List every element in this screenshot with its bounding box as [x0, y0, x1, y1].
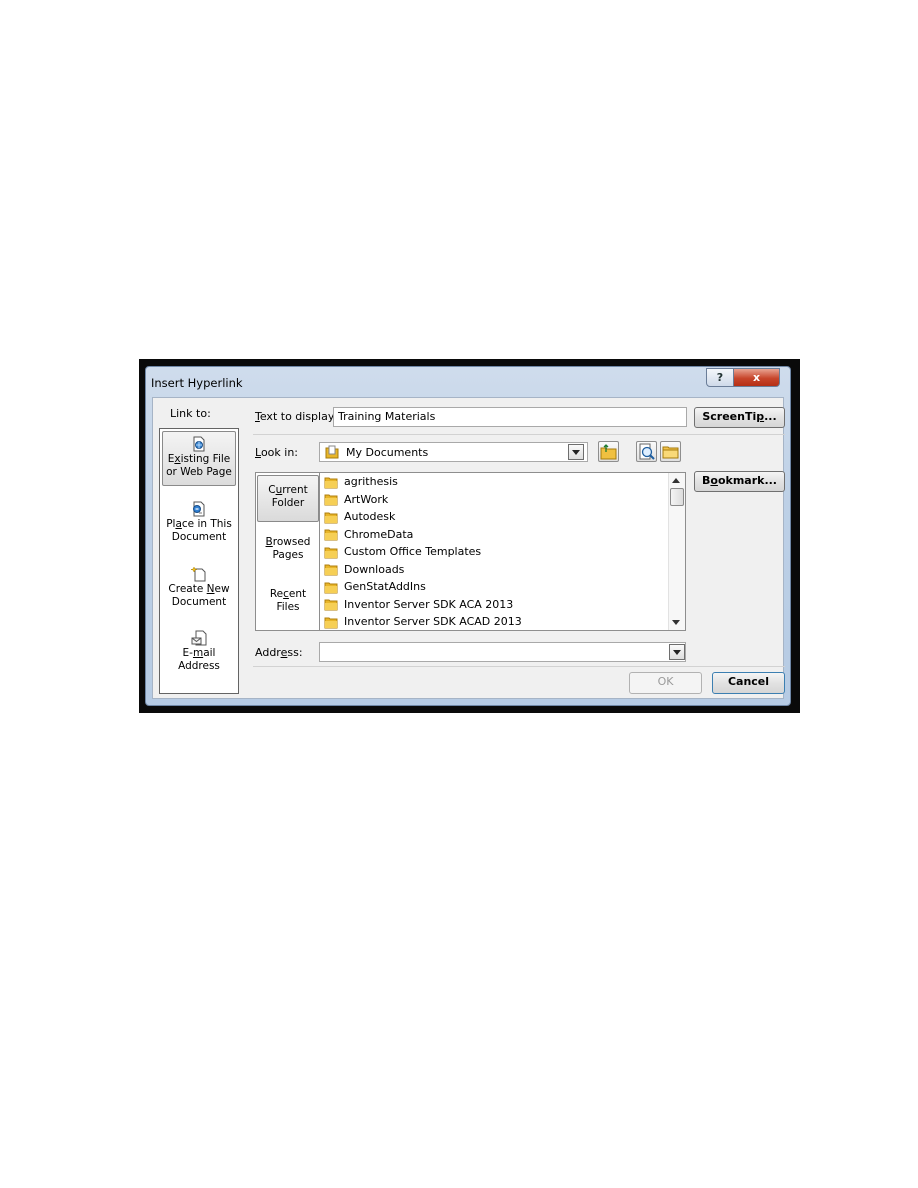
- bottom-separator: [253, 666, 785, 667]
- tab-recent-files-label-2: Files: [276, 601, 300, 613]
- link-email-address[interactable]: E-mail Address: [162, 630, 236, 673]
- file-list[interactable]: agrithesis ArtWork Autodesk ChromeData C…: [319, 472, 686, 631]
- scroll-down-icon[interactable]: [672, 620, 680, 625]
- help-icon: ?: [716, 371, 724, 384]
- folder-icon: [324, 529, 338, 541]
- help-button[interactable]: ?: [706, 368, 734, 387]
- look-in-label: Look in:: [255, 446, 298, 459]
- link-create-new-document-label: Create New: [168, 583, 230, 595]
- new-document-icon: [191, 566, 206, 582]
- list-item[interactable]: ArtWork: [324, 491, 388, 508]
- close-button[interactable]: x: [734, 368, 780, 387]
- scroll-thumb[interactable]: [670, 488, 684, 506]
- tab-current-folder-label: Current: [268, 484, 308, 496]
- link-existing-file-label-2: or Web Page: [166, 466, 232, 478]
- list-item[interactable]: Autodesk: [324, 508, 395, 525]
- link-place-in-document-label: Place in This: [166, 518, 232, 530]
- folder-icon: [324, 477, 338, 488]
- list-item[interactable]: ChromeData: [324, 526, 413, 543]
- up-one-folder-button[interactable]: [598, 441, 619, 462]
- ok-button[interactable]: OK: [629, 672, 702, 694]
- screentip-button[interactable]: ScreenTip...: [694, 407, 785, 428]
- folder-icon: [324, 582, 338, 593]
- tab-browsed-pages-label-2: Pages: [272, 549, 304, 561]
- open-folder-icon: [662, 446, 679, 459]
- screenshot-frame: Insert Hyperlink ? x Link to: Existing F…: [139, 359, 800, 713]
- list-item[interactable]: GenStatAddIns: [324, 578, 426, 595]
- scroll-up-icon[interactable]: [672, 478, 680, 483]
- title-bar-buttons: ? x: [706, 368, 780, 387]
- link-to-bar: Existing File or Web Page Place in This …: [159, 428, 239, 694]
- browse-web-button[interactable]: [636, 441, 657, 462]
- text-to-display-label: Text to display:: [255, 410, 338, 423]
- bookmark-button[interactable]: Bookmark...: [694, 471, 785, 492]
- tab-recent-files-label: Recent: [269, 588, 307, 600]
- link-to-label: Link to:: [170, 407, 211, 420]
- folder-icon: [325, 445, 339, 459]
- folder-icon: [324, 617, 338, 628]
- link-existing-file[interactable]: Existing File or Web Page: [162, 431, 236, 486]
- list-item[interactable]: agrithesis: [324, 473, 398, 490]
- top-separator: [253, 434, 785, 435]
- link-email-address-label-2: Address: [178, 660, 220, 672]
- look-in-dropdown-arrow[interactable]: [568, 444, 584, 460]
- folder-icon: [324, 512, 338, 523]
- link-place-in-document-label-2: Document: [171, 531, 227, 543]
- text-to-display-input[interactable]: Training Materials: [333, 407, 687, 427]
- link-existing-file-label: Existing File: [167, 453, 231, 465]
- folder-icon: [324, 599, 338, 611]
- address-label: Address:: [255, 646, 303, 659]
- up-folder-icon: [600, 444, 617, 460]
- browse-web-icon: [639, 443, 655, 460]
- web-page-icon: [193, 436, 205, 452]
- tab-browsed-pages[interactable]: Browsed Pages: [257, 536, 319, 562]
- list-item[interactable]: Custom Office Templates: [324, 543, 481, 560]
- link-place-in-document[interactable]: Place in This Document: [162, 501, 236, 544]
- link-create-new-document[interactable]: Create New Document: [162, 566, 236, 609]
- tab-recent-files[interactable]: Recent Files: [257, 588, 319, 614]
- insert-hyperlink-dialog: Insert Hyperlink ? x Link to: Existing F…: [145, 366, 791, 706]
- browse-file-button[interactable]: [660, 441, 681, 462]
- dialog-title: Insert Hyperlink: [151, 376, 243, 390]
- folder-icon: [324, 547, 338, 558]
- look-in-dropdown[interactable]: My Documents: [319, 442, 588, 462]
- file-list-scrollbar[interactable]: [668, 473, 685, 630]
- link-email-address-label: E-mail: [182, 647, 216, 659]
- tab-current-folder-label-2: Folder: [271, 497, 305, 509]
- look-in-value: My Documents: [346, 446, 429, 459]
- place-in-document-icon: [193, 501, 205, 517]
- email-icon: [191, 630, 207, 646]
- link-create-new-document-label-2: Document: [171, 596, 227, 608]
- list-item[interactable]: Inventor Server SDK ACAD 2013: [324, 613, 522, 630]
- list-item[interactable]: Downloads: [324, 561, 404, 578]
- address-dropdown-arrow[interactable]: [669, 644, 685, 660]
- tab-browsed-pages-label: Browsed: [265, 536, 311, 548]
- address-input[interactable]: [319, 642, 686, 662]
- list-item[interactable]: Inventor Server SDK ACA 2013: [324, 596, 513, 613]
- dialog-client-area: Link to: Existing File or Web Page Place…: [152, 397, 785, 699]
- folder-icon: [324, 494, 338, 506]
- tab-current-folder[interactable]: Current Folder: [257, 475, 319, 522]
- cancel-button[interactable]: Cancel: [712, 672, 785, 694]
- browse-tabs: Current Folder Browsed Pages Recent File…: [255, 472, 321, 631]
- folder-icon: [324, 564, 338, 576]
- close-icon: x: [752, 371, 761, 384]
